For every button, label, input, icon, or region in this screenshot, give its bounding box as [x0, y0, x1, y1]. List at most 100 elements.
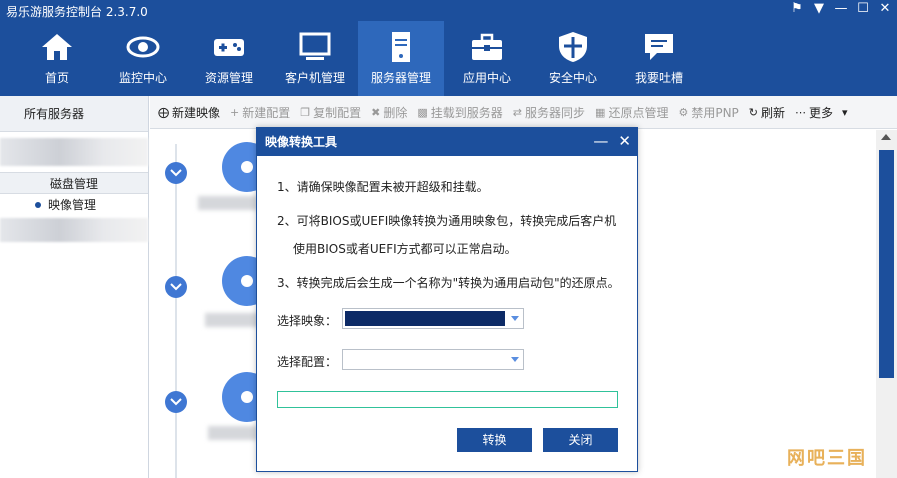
refresh-button[interactable]: ↻ 刷新	[749, 104, 785, 121]
menu-dropdown-icon[interactable]: ▼	[811, 1, 827, 16]
dialog-controls: — ✕	[593, 132, 631, 150]
server-sync-button[interactable]: ⇄ 服务器同步	[513, 104, 585, 121]
more-icon: ⋯	[795, 105, 807, 119]
nav-label: 我要吐槽	[634, 71, 683, 85]
gamepad-icon	[214, 39, 244, 56]
nav-item-security[interactable]: 安全中心	[530, 21, 616, 96]
copy-config-button[interactable]: ❐ 复制配置	[300, 104, 361, 121]
disable-pnp-label: 禁用PNP	[691, 105, 739, 120]
minimize-icon[interactable]: —	[833, 1, 849, 16]
blurred-image-name	[208, 426, 258, 440]
new-image-label: 新建映像	[172, 105, 221, 120]
monitor-icon	[299, 32, 331, 60]
instruction-2: 2、可将BIOS或UEFI映像转换为通用映象包，转换完成后客户机	[277, 214, 617, 228]
nav-label: 安全中心	[548, 71, 597, 85]
chat-icon	[645, 34, 673, 60]
server-sync-label: 服务器同步	[525, 105, 586, 120]
app-window: 易乐游服务控制台 2.3.7.0 ⚑ ▼ — ☐ ✕ 首页 监控中心 资源管理	[0, 0, 897, 478]
instruction-1: 1、请确保映像配置未被开超级和挂载。	[277, 180, 489, 194]
nav-item-home[interactable]: 首页	[14, 21, 100, 96]
skin-icon[interactable]: ⚑	[789, 1, 805, 16]
nav-item-clients[interactable]: 客户机管理	[272, 21, 358, 96]
selected-image-value	[345, 311, 505, 326]
select-config-dropdown[interactable]	[342, 349, 524, 370]
maximize-icon[interactable]: ☐	[855, 1, 871, 16]
select-image-dropdown[interactable]	[342, 308, 524, 329]
toolbar: ⨁ 新建映像 + 新建配置 ❐ 复制配置 ✖ 删除 ▩ 挂载到服务器 ⇄ 服务器同步 ▦ 还原…	[150, 96, 897, 129]
disable-pnp-button[interactable]: ⚙ 禁用PNP	[678, 104, 738, 121]
sidebar-item-label: 映像管理	[48, 198, 97, 212]
mount-label: 挂载到服务器	[430, 105, 503, 120]
sidebar: 所有服务器 磁盘管理 映像管理	[0, 96, 149, 478]
more-label: 更多	[809, 105, 834, 120]
expand-chevron-icon[interactable]	[165, 162, 187, 184]
sidebar-item-image-management[interactable]: 映像管理	[0, 194, 148, 216]
new-config-button[interactable]: + 新建配置	[230, 104, 290, 121]
timeline-line	[175, 144, 177, 478]
sidebar-header-all-servers[interactable]: 所有服务器	[0, 96, 148, 132]
eye-icon	[126, 36, 160, 58]
convert-progress-bar	[277, 391, 618, 408]
main-nav: 首页 监控中心 资源管理 客户机管理 服务器管理 应用中心 安全中心 我要吐槽	[14, 21, 702, 96]
pnp-icon: ⚙	[678, 105, 689, 119]
vertical-scrollbar[interactable]	[876, 130, 897, 478]
select-image-label: 选择映象：	[277, 314, 338, 328]
blurred-image-name	[205, 313, 260, 327]
toolbox-icon	[472, 33, 502, 60]
blurred-image-name	[198, 196, 258, 210]
minimize-icon[interactable]: —	[593, 132, 608, 150]
window-controls: ⚑ ▼ — ☐ ✕	[789, 1, 893, 16]
chevron-down-icon	[511, 357, 519, 362]
delete-button[interactable]: ✖ 删除	[371, 104, 407, 121]
expand-chevron-icon[interactable]	[165, 276, 187, 298]
server-icon	[392, 32, 410, 62]
new-image-icon: ⨁	[158, 105, 169, 119]
watermark-logo: 网吧三国	[787, 448, 867, 469]
blurred-server-entry[interactable]	[0, 218, 148, 242]
nav-label: 监控中心	[118, 71, 167, 85]
delete-icon: ✖	[371, 105, 381, 119]
copy-config-label: 复制配置	[313, 105, 362, 120]
nav-item-feedback[interactable]: 我要吐槽	[616, 21, 702, 96]
sync-icon: ⇄	[512, 105, 523, 119]
restore-point-button[interactable]: ▦ 还原点管理	[595, 104, 668, 121]
mount-button[interactable]: ▩ 挂载到服务器	[417, 104, 502, 121]
new-image-button[interactable]: ⨁ 新建映像	[158, 104, 220, 121]
nav-item-servers[interactable]: 服务器管理	[358, 21, 444, 96]
convert-button[interactable]: 转换	[457, 428, 532, 452]
close-button[interactable]: 关闭	[543, 428, 618, 452]
delete-label: 删除	[383, 105, 408, 120]
new-config-label: 新建配置	[242, 105, 291, 120]
shield-icon	[559, 32, 587, 62]
dialog-title: 映像转换工具	[257, 128, 637, 156]
scrollbar-thumb[interactable]	[879, 150, 894, 378]
chevron-down-icon: ▾	[842, 105, 848, 119]
restore-icon: ▦	[595, 105, 606, 119]
copy-icon: ❐	[300, 105, 311, 119]
close-icon[interactable]: ✕	[877, 1, 893, 16]
nav-item-monitor[interactable]: 监控中心	[100, 21, 186, 96]
blurred-server-entry[interactable]	[0, 138, 148, 166]
expand-chevron-icon[interactable]	[165, 391, 187, 413]
image-convert-dialog: 映像转换工具 — ✕ 1、请确保映像配置未被开超级和挂载。 2、可将BIOS或U…	[256, 127, 638, 472]
nav-item-resources[interactable]: 资源管理	[186, 21, 272, 96]
app-title: 易乐游服务控制台 2.3.7.0	[6, 5, 148, 19]
nav-label: 服务器管理	[370, 71, 431, 85]
restore-point-label: 还原点管理	[608, 105, 669, 120]
instruction-3: 3、转换完成后会生成一个名称为"转换为通用启动包"的还原点。	[277, 276, 620, 290]
plus-icon: +	[230, 105, 240, 119]
close-icon[interactable]: ✕	[618, 132, 631, 150]
mount-icon: ▩	[417, 105, 428, 119]
nav-label: 客户机管理	[284, 71, 345, 85]
nav-label: 资源管理	[204, 71, 253, 85]
home-icon	[42, 34, 72, 60]
scroll-up-icon[interactable]	[881, 134, 891, 140]
sidebar-group-disk-management[interactable]: 磁盘管理	[0, 172, 148, 194]
instruction-2-continued: 使用BIOS或者UEFI方式都可以正常启动。	[293, 242, 517, 256]
refresh-icon: ↻	[748, 105, 758, 119]
chevron-down-icon	[511, 316, 519, 321]
nav-label: 首页	[44, 71, 69, 85]
more-button[interactable]: ⋯ 更多 ▾	[795, 104, 848, 121]
nav-item-apps[interactable]: 应用中心	[444, 21, 530, 96]
header-bar: 易乐游服务控制台 2.3.7.0 ⚑ ▼ — ☐ ✕ 首页 监控中心 资源管理	[0, 0, 897, 96]
